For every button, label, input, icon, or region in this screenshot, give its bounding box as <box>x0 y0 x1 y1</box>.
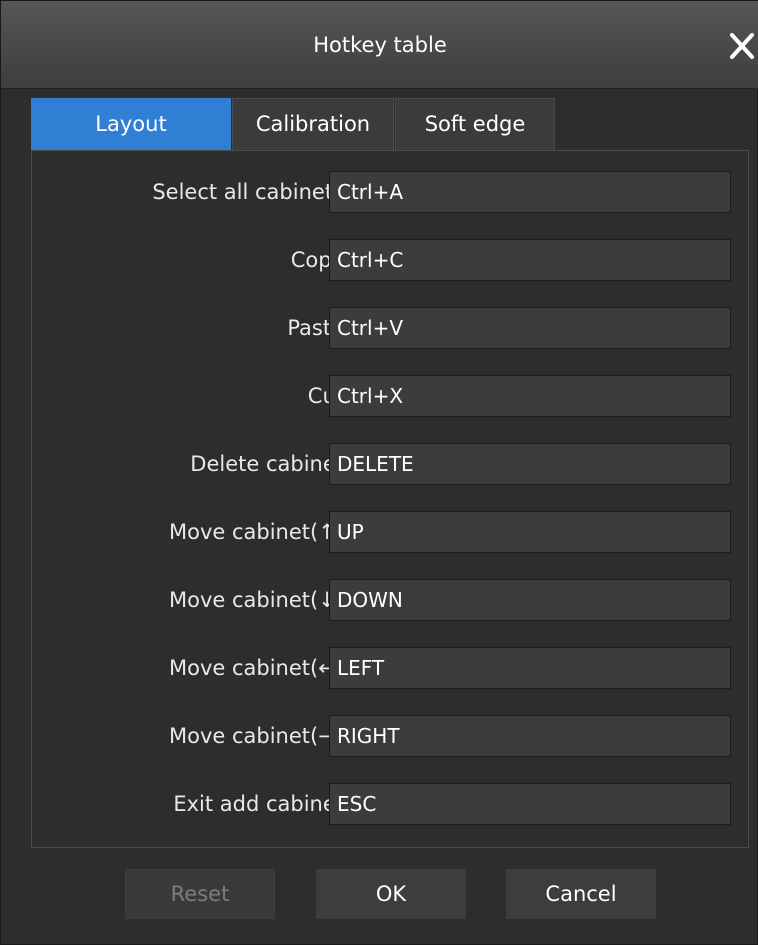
hotkey-label: Move cabinet(←) <box>168 656 344 680</box>
hotkey-row-copy: Copy Ctrl+C <box>32 239 748 281</box>
hotkey-row-move-left: Move cabinet(←) LEFT <box>32 647 748 689</box>
hotkey-field-paste[interactable]: Ctrl+V <box>329 307 731 349</box>
hotkey-row-move-down: Move cabinet(↓) DOWN <box>32 579 748 621</box>
tab-layout[interactable]: Layout <box>31 98 231 150</box>
hotkey-row-select-all: Select all cabinets Ctrl+A <box>32 171 748 213</box>
hotkey-field-delete-cabinet[interactable]: DELETE <box>329 443 731 485</box>
title-bar: Hotkey table <box>1 1 758 89</box>
reset-button[interactable]: Reset <box>125 869 275 919</box>
cancel-button[interactable]: Cancel <box>506 869 656 919</box>
hotkey-row-move-up: Move cabinet(↑) UP <box>32 511 748 553</box>
dialog-title: Hotkey table <box>313 33 447 57</box>
hotkey-field-move-right[interactable]: RIGHT <box>329 715 731 757</box>
hotkey-label: Move cabinet(→) <box>168 724 344 748</box>
hotkey-field-cut[interactable]: Ctrl+X <box>329 375 731 417</box>
hotkey-row-delete-cabinet: Delete cabinet DELETE <box>32 443 748 485</box>
hotkey-field-copy[interactable]: Ctrl+C <box>329 239 731 281</box>
hotkey-table-dialog: Hotkey table Layout Calibration Soft edg… <box>0 0 758 945</box>
hotkey-field-exit-add-cabinet[interactable]: ESC <box>329 783 731 825</box>
close-button[interactable] <box>727 29 757 63</box>
hotkey-row-cut: Cut Ctrl+X <box>32 375 748 417</box>
hotkey-label: Delete cabinet <box>190 452 344 476</box>
hotkey-row-paste: Paste Ctrl+V <box>32 307 748 349</box>
hotkey-field-move-up[interactable]: UP <box>329 511 731 553</box>
hotkey-field-select-all[interactable]: Ctrl+A <box>329 171 731 213</box>
hotkey-row-move-right: Move cabinet(→) RIGHT <box>32 715 748 757</box>
hotkey-label: Exit add cabinet <box>173 792 344 816</box>
hotkey-panel: Select all cabinets Ctrl+A Copy Ctrl+C P… <box>31 150 749 848</box>
hotkey-field-move-down[interactable]: DOWN <box>329 579 731 621</box>
close-icon <box>730 33 754 59</box>
hotkey-label: Move cabinet(↑) <box>168 520 344 544</box>
ok-button[interactable]: OK <box>316 869 466 919</box>
hotkey-field-move-left[interactable]: LEFT <box>329 647 731 689</box>
hotkey-label: Move cabinet(↓) <box>168 588 344 612</box>
tab-calibration[interactable]: Calibration <box>232 98 394 150</box>
tab-soft-edge[interactable]: Soft edge <box>395 98 555 150</box>
hotkey-row-exit-add-cabinet: Exit add cabinet ESC <box>32 783 748 825</box>
hotkey-label: Select all cabinets <box>152 180 344 204</box>
